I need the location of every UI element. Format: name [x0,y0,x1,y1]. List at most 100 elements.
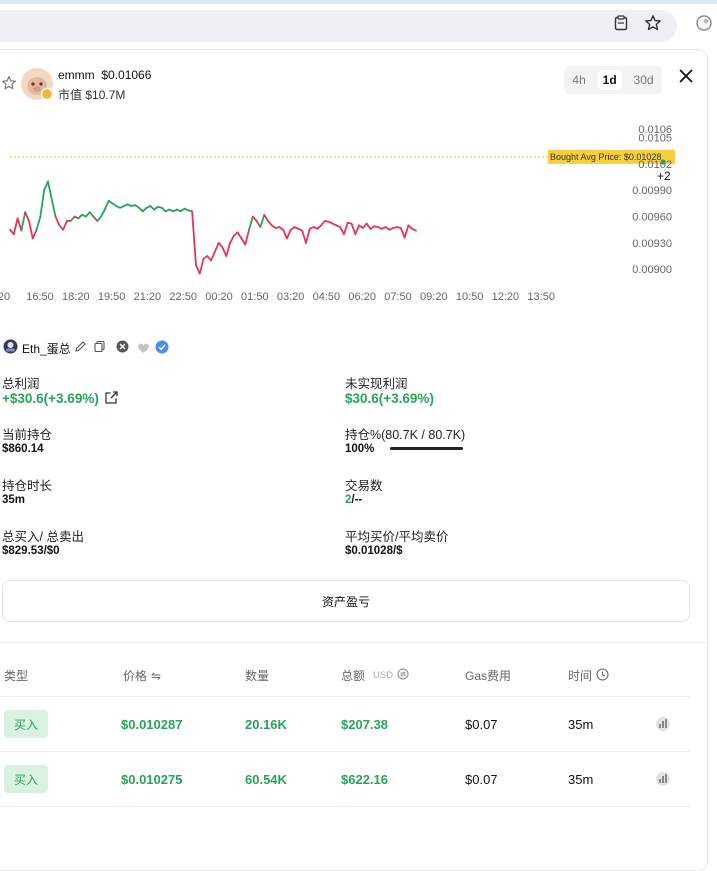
holding-pct-bar [390,447,463,450]
timeframe-selector: 4h 1d 30d [564,66,662,94]
price-segment [365,222,372,230]
price-segment [350,222,357,236]
x-tick-label: 20 [0,291,10,303]
total-profit-label: 总利润 [2,377,40,391]
trade-total: $207.38 [341,717,388,732]
marker-label: +2 [657,169,671,183]
close-icon[interactable] [676,66,696,86]
price-segment [221,246,228,257]
favorite-star-icon[interactable] [1,75,17,96]
trade-gas: $0.07 [465,772,498,787]
row-divider [0,696,690,697]
price-segment [354,224,360,236]
clock-icon[interactable] [596,667,609,684]
x-tick-label: 16:50 [26,291,54,303]
col-header-price[interactable]: 价格 ⇋ [123,667,161,684]
heart-icon[interactable] [137,341,150,359]
price-segment [50,198,57,218]
edit-icon[interactable] [74,340,87,358]
copy-icon[interactable] [93,340,106,358]
holding-value: $860.14 [2,443,44,455]
x-tick-label: 01:50 [241,291,269,303]
price-segment [16,217,23,232]
bookmark-star-icon[interactable] [643,13,663,33]
price-segment [31,228,38,240]
price-segment [24,211,30,222]
price-segment [301,229,307,244]
trade-amount: 20.16K [245,717,287,732]
asset-pnl-button[interactable]: 资产盈亏 [2,580,690,622]
total-buy-sell-value: $829.53/$0 [2,545,60,557]
price-segment [244,228,250,246]
browser-toolbar [0,4,717,48]
avg-price-label: 平均买价/平均卖价 [345,530,449,544]
x-tick-label: 00:20 [205,291,233,303]
total-buy-sell-label: 总买入/ 总卖出 [2,530,84,544]
holding-pct-label: 持仓%(80.7K / 80.7K) [345,428,466,442]
avg-price-value: $0.01028/$ [345,545,403,557]
x-social-icon[interactable] [116,340,129,358]
tx-count-value: 2/-- [345,494,362,506]
x-tick-label: 03:20 [277,291,305,303]
price-segment [248,215,254,231]
x-tick-label: 06:20 [348,291,376,303]
col-header-time[interactable]: 时间 [568,667,609,684]
owner-name: Eth_蛋总 [22,342,71,356]
trade-time: 35m [568,717,594,732]
extension-icon[interactable] [694,13,714,33]
price-segment [259,213,266,228]
holding-label: 当前持仓 [2,428,53,442]
col-header-gas: Gas费用 [465,669,512,683]
token-avatar [20,67,54,101]
chart-bars-icon[interactable] [655,771,671,791]
x-tick-label: 04:50 [313,291,341,303]
trade-type-badge: 买入 [4,765,48,793]
col-header-amount: 数量 [245,669,270,683]
x-tick-label: 07:50 [384,291,412,303]
x-tick-label: 22:50 [169,291,197,303]
col-header-type: 类型 [4,669,29,683]
price-segment [20,211,27,232]
tab-4h[interactable]: 4h [567,70,590,90]
x-tick-label: 18:20 [62,291,90,303]
price-chart[interactable]: Bought Avg Price: $0.01028 0.01060.01050… [0,110,717,310]
x-tick-label: 09:20 [420,291,448,303]
external-link-icon[interactable] [104,390,119,410]
price-segment [35,215,42,231]
tab-1d[interactable]: 1d [597,70,622,90]
chart-bars-icon[interactable] [655,716,671,736]
trade-gas: $0.07 [465,717,498,732]
price-segment [12,217,19,236]
col-header-total: 总额 USD [341,667,409,684]
unrealized-profit-value: $30.6(+3.69%) [345,391,434,406]
price-segment [100,208,106,218]
clipboard-icon[interactable] [611,13,631,33]
trade-total: $622.16 [341,772,388,787]
price-segment [210,250,216,262]
price-segment [263,213,269,222]
price-segment [54,215,61,227]
swap-icon[interactable]: ⇋ [151,669,161,683]
y-tick-label: 0.00930 [632,238,672,250]
currency-toggle-icon[interactable] [397,668,409,683]
marker-dot [660,159,666,165]
section-divider [0,642,706,643]
price-segment [213,241,220,253]
trade-time: 35m [568,772,594,787]
holding-pct-bar-fill [390,447,463,450]
price-segment [286,228,292,240]
price-segment [225,241,231,257]
x-tick-label: 21:20 [134,291,162,303]
duration-value: 35m [2,494,26,506]
duration-label: 持仓时长 [2,479,53,493]
trade-type-badge: 买入 [4,710,48,738]
holding-pct-value: 100% [345,443,375,455]
price-segment [191,210,197,266]
price-segment [343,221,349,236]
total-profit-value: +$30.6(+3.69%) [2,391,99,406]
tab-30d[interactable]: 30d [629,70,659,90]
address-bar[interactable] [0,10,677,42]
price-segment [39,189,46,218]
price-segment [403,224,410,239]
y-tick-label: 0.0105 [638,133,672,145]
